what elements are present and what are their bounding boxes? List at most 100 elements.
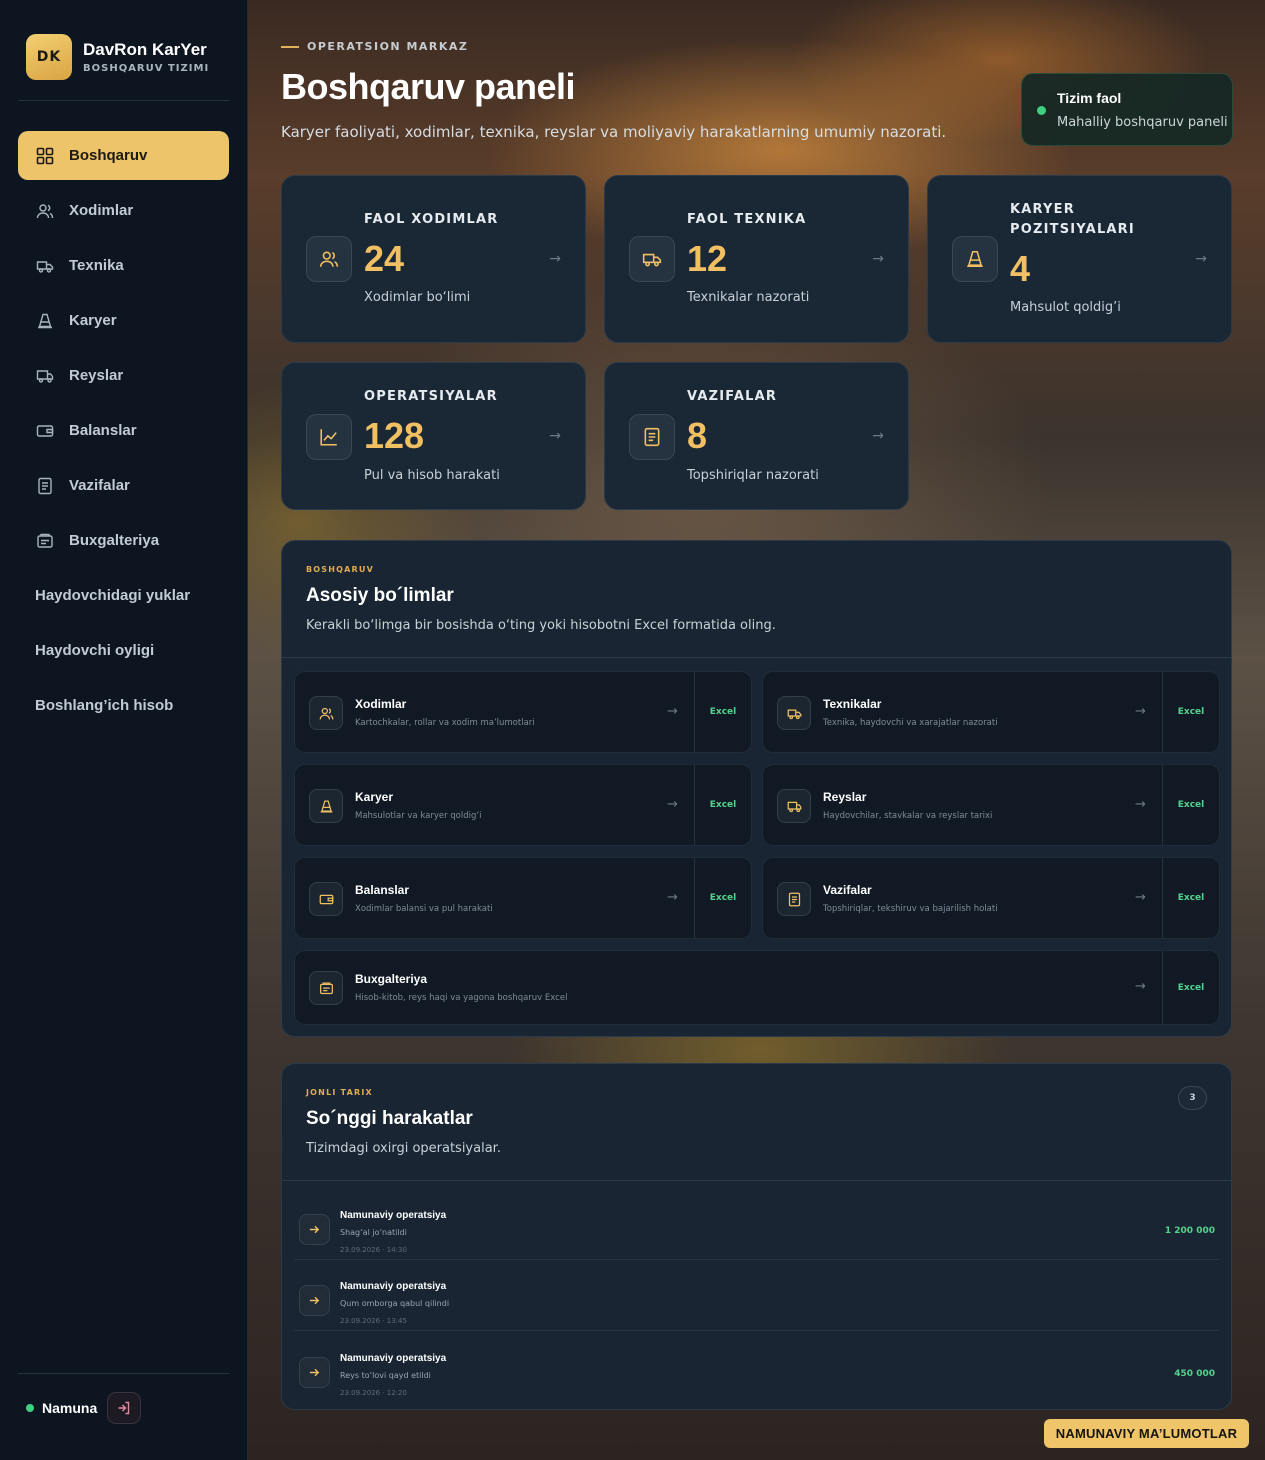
activity-time: 23.09.2026 · 12:20 [340,1389,407,1397]
sidebar-item-label: Karyer [69,312,117,329]
excel-export-button[interactable]: Excel [1162,951,1219,1024]
section-card-reyslar: Reyslar Haydovchilar, stavkalar va reysl… [762,764,1220,846]
section-link[interactable]: Reyslar Haydovchilar, stavkalar va reysl… [763,765,1163,845]
status-title: Tizim faol [1057,90,1122,106]
status-dot [1037,106,1046,115]
activity-row[interactable]: Namunaviy operatsiya Qum omborga qabul q… [294,1260,1219,1331]
section-link[interactable]: Vazifalar Topshiriqlar, tekshiruv va baj… [763,858,1163,938]
section-description: Xodimlar balansi va pul harakati [355,904,493,914]
kpi-value: 4 [1010,248,1031,289]
activity-panel: JONLI TARIX So´nggi harakatlar Tizimdagi… [281,1063,1232,1410]
sidebar-item-buxgalteriya[interactable]: Buxgalteriya [18,516,229,565]
arrow-right-icon: → [549,428,561,444]
arrow-right-icon: → [1135,797,1146,812]
sidebar-item-vazifalar[interactable]: Vazifalar [18,461,229,510]
brand-name: DavRon KarYer [83,40,207,59]
page-eyebrow: OPERATSION MARKAZ [307,40,469,53]
kpi-value: 12 [687,238,728,279]
excel-export-button[interactable]: Excel [1162,765,1219,845]
kpi-subtitle: Texnikalar nazorati [687,290,810,305]
truck-icon [35,256,55,276]
section-card-xodimlar: Xodimlar Kartochkalar, rollar va xodim m… [294,671,752,753]
arrow-right-icon: → [667,890,678,905]
cone-icon [309,789,343,823]
section-name: Vazifalar [823,883,872,897]
section-link[interactable]: Xodimlar Kartochkalar, rollar va xodim m… [295,672,695,752]
arrow-right-icon: → [872,251,884,267]
kpi-card-texnika[interactable]: FAOL TEXNIKA 12 Texnikalar nazorati → [604,175,909,343]
activity-row[interactable]: Namunaviy operatsiya Reys to‘lovi qayd e… [294,1332,1219,1403]
sidebar-item-haydovchidagi-yuklar[interactable]: Haydovchidagi yuklar [18,571,229,620]
activity-description: Reys to‘lovi qayd etildi [340,1371,431,1380]
cone-icon [35,311,55,331]
section-link[interactable]: Buxgalteriya Hisob-kitob, reys haqi va y… [295,951,1163,1024]
truck-icon [629,236,675,282]
section-description: Texnika, haydovchi va xarajatlar nazorat… [823,718,998,728]
kpi-label-line: POZITSIYALARI [1010,222,1135,237]
sidebar-item-balanslar[interactable]: Balanslar [18,406,229,455]
kpi-label: KARYER POZITSIYALARI [1010,200,1135,240]
excel-export-button[interactable]: Excel [694,858,751,938]
arrow-in-icon [299,1214,330,1245]
sidebar-item-label: Buxgalteriya [69,532,160,549]
sidebar-item-texnika[interactable]: Texnika [18,241,229,290]
logout-icon [118,1401,130,1415]
sidebar-item-xodimlar[interactable]: Xodimlar [18,186,229,235]
section-description: Haydovchilar, stavkalar va reyslar tarix… [823,811,993,821]
kpi-card-xodimlar[interactable]: FAOL XODIMLAR 24 Xodimlar bo‘limi → [281,175,586,343]
arrow-right-icon: → [549,251,561,267]
arrow-right-icon: → [1135,704,1146,719]
users-icon [309,696,343,730]
kpi-subtitle: Mahsulot qoldig’i [1010,300,1121,315]
document-icon [777,882,811,916]
eyebrow-row: OPERATSION MARKAZ [281,40,468,53]
excel-export-button[interactable]: Excel [1162,858,1219,938]
arrow-right-icon: → [667,704,678,719]
sidebar-item-reyslar[interactable]: Reyslar [18,351,229,400]
ledger-icon [35,531,55,551]
sidebar-item-boshqaruv[interactable]: Boshqaruv [18,131,229,180]
arrow-right-icon: → [667,797,678,812]
grid-icon [35,146,55,166]
activity-row[interactable]: Namunaviy operatsiya Shag‘al jo‘natildi … [294,1189,1219,1260]
ledger-icon [309,971,343,1005]
eyebrow-line [281,45,299,48]
section-link[interactable]: Karyer Mahsulotlar va karyer qoldig‘i → [295,765,695,845]
section-description: Hisob-kitob, reys haqi va yagona boshqar… [355,993,568,1003]
sections-panel: BOSHQARUV Asosiy bo´limlar Kerakli bo‘li… [281,540,1232,1037]
demo-data-button[interactable]: NAMUNAVIY MA’LUMOTLAR [1044,1419,1249,1448]
status-subtitle: Mahalliy boshqaruv paneli [1057,115,1228,130]
kpi-card-vazifalar[interactable]: VAZIFALAR 8 Topshiriqlar nazorati → [604,362,909,510]
section-name: Xodimlar [355,697,407,711]
sidebar-item-boshlangich-hisob[interactable]: Boshlang’ich hisob [18,681,229,730]
kpi-label: FAOL XODIMLAR [364,212,499,227]
excel-export-button[interactable]: Excel [1162,672,1219,752]
excel-export-button[interactable]: Excel [694,765,751,845]
activity-description: Shag‘al jo‘natildi [340,1228,407,1237]
kpi-label: FAOL TEXNIKA [687,212,807,227]
document-icon [35,476,55,496]
arrow-in-icon [299,1357,330,1388]
sidebar-item-label: Balanslar [69,422,137,439]
section-description: Kartochkalar, rollar va xodim ma’lumotla… [355,718,535,728]
sidebar-item-haydovchi-oyligi[interactable]: Haydovchi oyligi [18,626,229,675]
section-link[interactable]: Texnikalar Texnika, haydovchi va xarajat… [763,672,1163,752]
section-name: Karyer [355,790,394,804]
activity-title: Namunaviy operatsiya [340,1353,447,1364]
kpi-subtitle: Pul va hisob harakati [364,468,500,483]
document-icon [629,414,675,460]
logout-button[interactable] [107,1392,142,1424]
kpi-card-operatsiyalar[interactable]: OPERATSIYALAR 128 Pul va hisob harakati … [281,362,586,510]
panel-title: Asosiy bo´limlar [306,585,454,606]
sidebar-item-karyer[interactable]: Karyer [18,296,229,345]
excel-export-button[interactable]: Excel [694,672,751,752]
panel-eyebrow: JONLI TARIX [306,1088,373,1097]
brand[interactable]: DK DavRon KarYer BOSHQARUV TIZIMI [26,34,209,80]
system-status-card: Tizim faol Mahalliy boshqaruv paneli [1021,73,1233,146]
arrow-right-icon: → [1135,979,1146,994]
kpi-label-line: KARYER [1010,202,1075,217]
section-description: Topshiriqlar, tekshiruv va bajarilish ho… [823,904,998,914]
kpi-value: 8 [687,415,708,456]
kpi-card-karyer[interactable]: KARYER POZITSIYALARI 4 Mahsulot qoldig’i… [927,175,1232,343]
section-link[interactable]: Balanslar Xodimlar balansi va pul haraka… [295,858,695,938]
